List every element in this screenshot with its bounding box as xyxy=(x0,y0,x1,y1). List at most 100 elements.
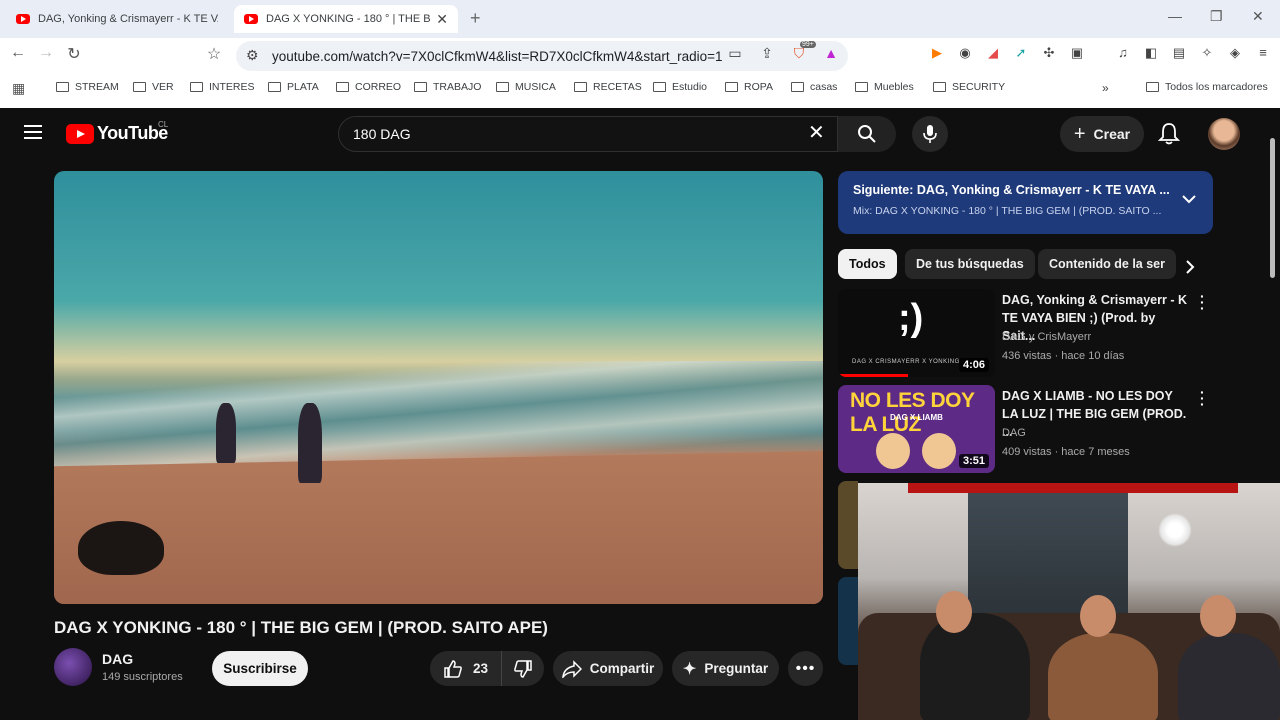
apps-grid-icon[interactable]: ▦ xyxy=(12,80,25,97)
brave-shield-icon[interactable]: ⛉ 99+ xyxy=(788,41,816,62)
youtube-favicon-icon xyxy=(16,14,30,24)
video-duration: 3:51 xyxy=(958,454,989,468)
dislike-button[interactable] xyxy=(502,651,544,686)
bookmark-folder[interactable]: STREAM xyxy=(56,81,119,93)
megaphone-icon[interactable]: ◢ xyxy=(984,44,1002,62)
recommendation-title[interactable]: DAG X LIAMB - NO LES DOY LA LUZ | THE BI… xyxy=(1002,387,1192,441)
pip-head xyxy=(1080,595,1116,637)
bookmark-label: casas xyxy=(810,81,838,93)
tab-180[interactable]: DAG X YONKING - 180 ° | THE BIG G ✕ xyxy=(234,5,458,33)
recommendation-channel[interactable]: DAG y CrisMayerr xyxy=(1002,331,1091,343)
like-count: 23 xyxy=(472,661,489,676)
share-icon[interactable]: ⇪ xyxy=(756,45,778,62)
bookmark-folder[interactable]: Estudio xyxy=(653,81,707,93)
pip-person xyxy=(1178,633,1280,720)
voice-search-button[interactable] xyxy=(912,116,948,152)
music-icon[interactable]: ♫ xyxy=(1114,44,1132,62)
video-thumbnail[interactable]: ;) DAG X CRISMAYERR X YONKING 4:06 xyxy=(838,289,995,377)
bookmark-folder[interactable]: casas xyxy=(791,81,837,93)
bookmark-folder[interactable]: INTERES xyxy=(190,81,255,93)
folder-icon xyxy=(933,82,946,92)
bookmark-folder[interactable]: TRABAJO xyxy=(414,81,481,93)
cast-icon[interactable]: ▭ xyxy=(724,45,746,62)
bookmark-folder[interactable]: PLATA xyxy=(268,81,319,93)
video-thumbnail[interactable] xyxy=(838,577,858,665)
channel-avatar[interactable] xyxy=(54,648,92,686)
address-bar[interactable]: ⚙ youtube.com/watch?v=7X0clCfkmW4&list=R… xyxy=(236,41,848,71)
vpn-icon[interactable]: ◈ xyxy=(1226,44,1244,62)
chevron-right-icon[interactable] xyxy=(1182,258,1198,276)
user-avatar[interactable] xyxy=(1208,118,1240,150)
bookmarks-bar: ▦ STREAM VER INTERES PLATA CORREO TRABAJ… xyxy=(0,76,1280,100)
folder-icon xyxy=(190,82,203,92)
ask-button[interactable]: ✦ Preguntar xyxy=(672,651,779,686)
bookmark-folder[interactable]: SECURITY xyxy=(933,81,1005,93)
close-window-icon[interactable]: ✕ xyxy=(1252,8,1264,25)
screenshot-icon[interactable]: ▣ xyxy=(1068,44,1086,62)
subscribe-button[interactable]: Suscribirse xyxy=(212,651,308,686)
create-button[interactable]: + Crear xyxy=(1060,116,1144,152)
more-actions-icon[interactable]: ••• xyxy=(788,651,823,686)
menu-icon[interactable]: ≡ xyxy=(1254,44,1272,62)
chip-contenido[interactable]: Contenido de la ser xyxy=(1038,249,1176,279)
picture-in-picture-video[interactable] xyxy=(858,483,1280,720)
bookmark-folder[interactable]: VER xyxy=(133,81,174,93)
folder-icon xyxy=(791,82,804,92)
video-thumbnail[interactable]: NO LES DOY LA LUZ DAG X LIAMB 3:51 xyxy=(838,385,995,473)
kebab-menu-icon[interactable]: · · · xyxy=(1200,289,1205,315)
bookmark-folder[interactable]: RECETAS xyxy=(574,81,642,93)
bookmark-folder[interactable]: ROPA xyxy=(725,81,773,93)
folder-icon xyxy=(574,82,587,92)
back-icon[interactable]: ← xyxy=(6,44,30,62)
kebab-menu-icon[interactable]: · · · xyxy=(1200,385,1205,411)
bookmark-icon[interactable]: ☆ xyxy=(202,44,226,64)
chip-de-tus-busquedas[interactable]: De tus búsquedas xyxy=(905,249,1035,279)
bookmark-folder[interactable]: MUSICA xyxy=(496,81,556,93)
extension-icon[interactable]: ◉ xyxy=(956,44,974,62)
like-button[interactable]: 23 xyxy=(430,651,502,686)
wallet-icon[interactable]: ▤ xyxy=(1170,44,1188,62)
forward-icon[interactable]: → xyxy=(34,44,58,62)
close-tab-icon[interactable]: ✕ xyxy=(436,11,448,28)
reload-icon[interactable]: ↻ xyxy=(62,44,86,64)
recommendation-item[interactable]: ;) DAG X CRISMAYERR X YONKING 4:06 DAG, … xyxy=(838,289,1213,377)
rewards-icon[interactable]: ▲ xyxy=(820,45,842,62)
bookmark-label: VER xyxy=(152,81,174,93)
bookmark-folder[interactable]: Muebles xyxy=(855,81,914,93)
channel-name[interactable]: DAG xyxy=(102,651,133,667)
thumbnail-text: ;) xyxy=(898,297,924,339)
video-player[interactable] xyxy=(54,171,823,604)
play-extension-icon[interactable]: ▶ xyxy=(928,44,946,62)
video-thumbnail[interactable] xyxy=(838,481,858,569)
all-bookmarks[interactable]: Todos los marcadores xyxy=(1146,81,1268,93)
restore-icon[interactable]: ❐ xyxy=(1210,8,1223,25)
up-next-panel[interactable]: Siguiente: DAG, Yonking & Crismayerr - K… xyxy=(838,171,1213,234)
scrollbar-thumb[interactable] xyxy=(1270,138,1275,278)
chevron-down-icon[interactable] xyxy=(1181,193,1197,205)
notifications-bell-icon[interactable] xyxy=(1157,122,1181,151)
new-tab-icon[interactable]: + xyxy=(470,8,481,29)
bookmark-label: RECETAS xyxy=(593,81,642,93)
site-info-icon[interactable]: ⚙ xyxy=(246,47,259,64)
search-button[interactable] xyxy=(838,116,896,152)
pip-lamp xyxy=(1158,513,1192,547)
hamburger-menu-icon[interactable] xyxy=(24,125,42,139)
chip-todos[interactable]: Todos xyxy=(838,249,897,279)
minimize-icon[interactable]: — xyxy=(1168,8,1182,24)
recommendation-item[interactable]: NO LES DOY LA LUZ DAG X LIAMB 3:51 DAG X… xyxy=(838,385,1213,473)
tab-k-te-vaya[interactable]: DAG, Yonking & Crismayerr - K TE VAYA xyxy=(6,5,228,33)
share-button[interactable]: Compartir xyxy=(553,651,663,686)
video-frame-rock xyxy=(78,521,164,575)
youtube-logo[interactable]: YouTube xyxy=(66,123,168,144)
search-input[interactable]: 180 DAG xyxy=(338,116,838,152)
cartoon-face xyxy=(876,433,910,469)
plus-icon: + xyxy=(1073,122,1086,145)
clear-search-icon[interactable]: ✕ xyxy=(808,120,825,145)
bookmark-folder[interactable]: CORREO xyxy=(336,81,401,93)
leo-icon[interactable]: ✧ xyxy=(1198,44,1216,62)
translate-icon[interactable]: ➚ xyxy=(1012,44,1030,62)
sidebar-icon[interactable]: ◧ xyxy=(1142,44,1160,62)
puzzle-icon[interactable]: ✣ xyxy=(1040,44,1058,62)
more-bookmarks-icon[interactable]: » xyxy=(1102,81,1109,95)
recommendation-channel[interactable]: DAG xyxy=(1002,427,1026,439)
